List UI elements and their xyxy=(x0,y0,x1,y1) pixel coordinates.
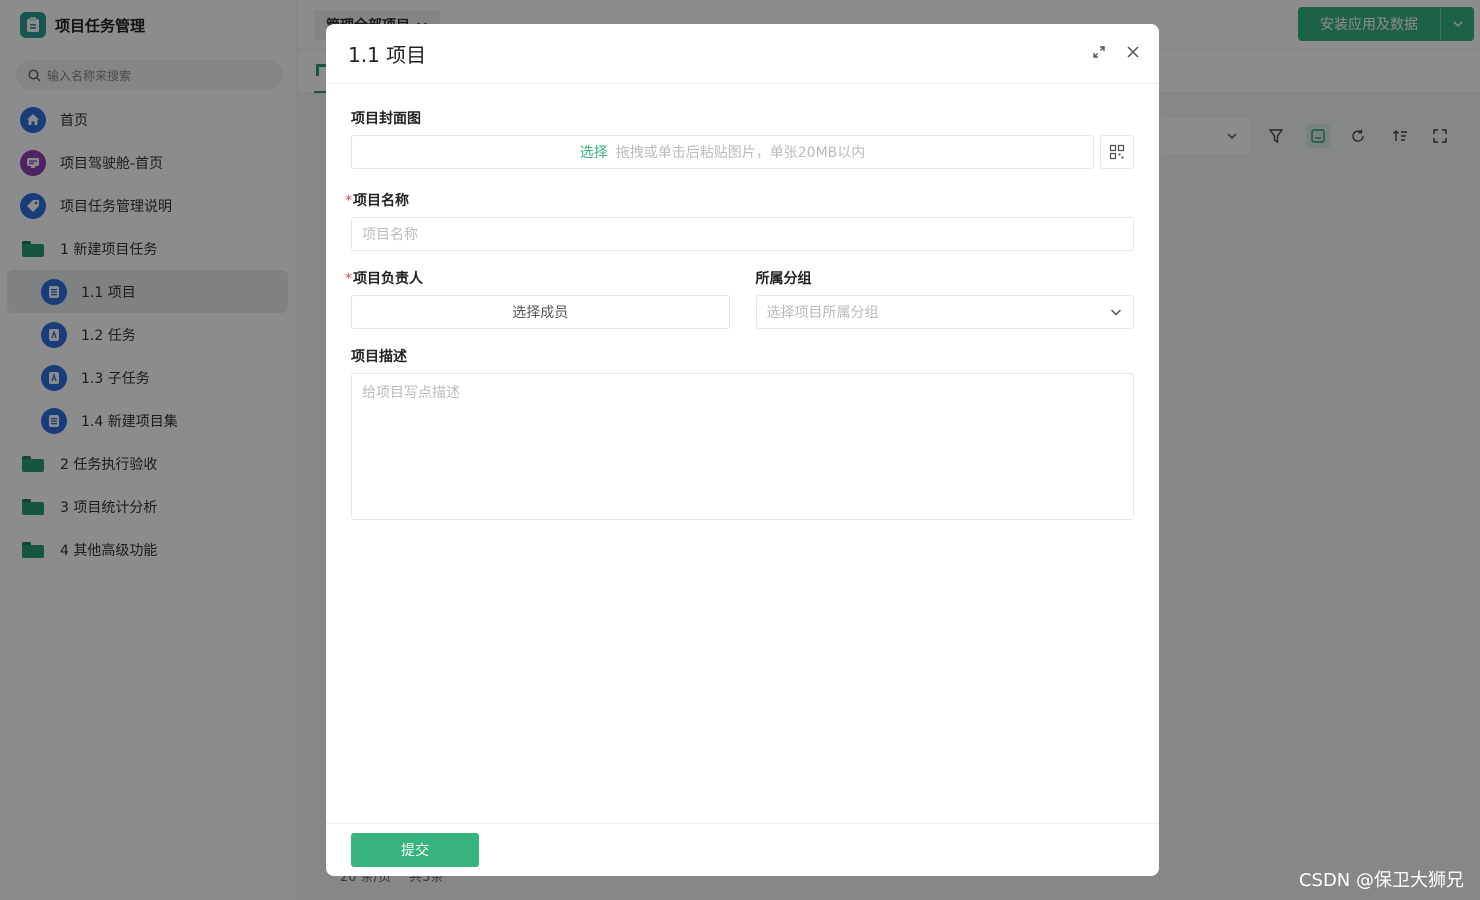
upload-hint: 拖拽或单击后粘贴图片，单张20MB以内 xyxy=(615,145,866,161)
modal-footer: 提交 xyxy=(326,823,1159,876)
cover-label: 项目封面图 xyxy=(351,111,421,127)
project-form: 项目封面图 选择 拖拽或单击后粘贴图片，单张20MB以内 *项目名称 项目名称 xyxy=(326,109,1159,520)
project-name-placeholder: 项目名称 xyxy=(362,227,418,243)
choose-image-link[interactable]: 选择 xyxy=(580,142,608,162)
project-form-modal: 1.1 项目 项目封面图 选择 拖拽或单击后粘贴图片，单张20MB以内 *项目名… xyxy=(326,24,1159,876)
select-member-label: 选择成员 xyxy=(512,305,569,321)
modal-header: 1.1 项目 xyxy=(326,24,1159,84)
name-field: *项目名称 项目名称 xyxy=(345,191,1134,251)
group-select-placeholder: 选择项目所属分组 xyxy=(766,305,879,321)
watermark: CSDN @保卫大狮兄 xyxy=(1298,870,1464,891)
owner-group-row: *项目负责人 选择成员 所属分组 选择项目所属分组 xyxy=(345,269,1134,329)
group-select[interactable]: 选择项目所属分组 xyxy=(755,295,1134,329)
name-label-text: 项目名称 xyxy=(353,193,409,209)
description-label: 项目描述 xyxy=(351,349,407,365)
owner-label: *项目负责人 xyxy=(345,269,730,289)
owner-field: *项目负责人 选择成员 xyxy=(345,269,730,329)
group-field: 所属分组 选择项目所属分组 xyxy=(755,269,1134,329)
modal-title: 1.1 项目 xyxy=(348,43,427,67)
description-textarea[interactable]: 给项目写点描述 xyxy=(351,373,1134,520)
chevron-down-icon xyxy=(1110,309,1122,316)
select-member-button[interactable]: 选择成员 xyxy=(351,295,730,329)
close-icon[interactable] xyxy=(1123,42,1143,62)
required-mark: * xyxy=(345,193,352,209)
required-mark: * xyxy=(345,271,352,287)
cover-field: 项目封面图 选择 拖拽或单击后粘贴图片，单张20MB以内 xyxy=(351,109,1134,169)
owner-label-text: 项目负责人 xyxy=(353,271,423,287)
description-placeholder: 给项目写点描述 xyxy=(362,385,460,401)
modal-actions xyxy=(1089,42,1143,62)
project-name-input[interactable]: 项目名称 xyxy=(351,217,1134,251)
group-label: 所属分组 xyxy=(755,271,812,287)
submit-button[interactable]: 提交 xyxy=(351,833,479,867)
name-label: *项目名称 xyxy=(345,191,1134,211)
qr-code-icon[interactable] xyxy=(1100,135,1134,169)
cover-upload-area[interactable]: 选择 拖拽或单击后粘贴图片，单张20MB以内 xyxy=(351,135,1094,169)
expand-icon[interactable] xyxy=(1089,42,1109,62)
description-field: 项目描述 给项目写点描述 xyxy=(351,347,1134,520)
